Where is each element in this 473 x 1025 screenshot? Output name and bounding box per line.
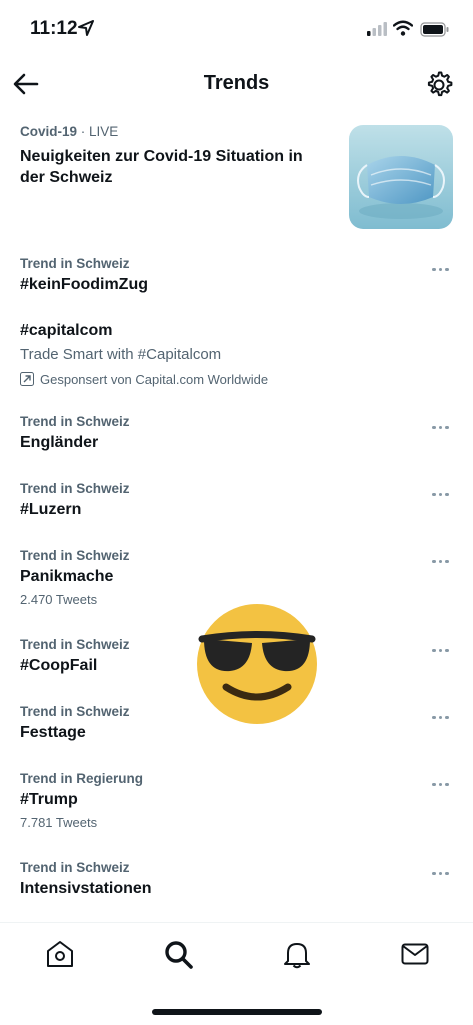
more-horizontal-icon[interactable] xyxy=(432,416,452,429)
trend-category: Trend in Schweiz xyxy=(20,481,130,496)
wifi-icon xyxy=(393,20,413,36)
cellular-signal-icon xyxy=(367,22,387,36)
trend-category: Trend in Schweiz xyxy=(20,637,130,652)
tab-bar xyxy=(0,922,473,1025)
bell-icon[interactable] xyxy=(282,939,312,969)
trend-name: #keinFoodimZug xyxy=(20,276,148,293)
trend-name: #Trump xyxy=(20,791,78,808)
trend-name: #Luzern xyxy=(20,501,82,518)
more-horizontal-icon[interactable] xyxy=(432,550,452,563)
trend-item[interactable]: Trend in Schweiz #Luzern xyxy=(0,481,473,531)
search-icon[interactable] xyxy=(163,939,193,969)
trend-category: Trend in Schweiz xyxy=(20,704,130,719)
live-label: LIVE xyxy=(89,124,119,139)
battery-icon xyxy=(420,22,449,37)
page-title: Trends xyxy=(203,72,270,94)
home-indicator[interactable] xyxy=(152,1009,322,1015)
trend-category: Trend in Regierung xyxy=(20,771,144,786)
trend-item[interactable]: Trend in Schweiz #keinFoodimZug xyxy=(0,256,473,306)
promoted-name: #capitalcom xyxy=(20,322,113,339)
trend-item[interactable]: Trend in Regierung #Trump 7.781 Tweets xyxy=(0,771,473,837)
trend-category: Trend in Schweiz xyxy=(20,414,130,429)
sunglasses-emoji-icon xyxy=(197,604,317,724)
trend-name: #CoopFail xyxy=(20,657,98,674)
gear-icon[interactable] xyxy=(424,70,454,100)
trend-name: Engländer xyxy=(20,434,99,451)
news-meta-separator: · xyxy=(77,124,90,139)
trend-category: Trend in Schweiz xyxy=(20,256,130,271)
trend-category: Trend in Schweiz xyxy=(20,548,130,563)
promoted-trend[interactable]: #capitalcom Trade Smart with #Capitalcom… xyxy=(0,322,473,392)
more-horizontal-icon[interactable] xyxy=(432,862,452,875)
promoted-sponsor-text: Gesponsert von Capital.com Worldwide xyxy=(40,372,269,387)
trend-category: Trend in Schweiz xyxy=(20,860,130,875)
page-header: Trends xyxy=(0,60,473,110)
more-horizontal-icon[interactable] xyxy=(432,773,452,786)
trend-name: Festtage xyxy=(20,724,86,741)
more-horizontal-icon[interactable] xyxy=(432,258,452,271)
location-icon xyxy=(78,20,94,36)
more-horizontal-icon[interactable] xyxy=(432,639,452,652)
status-time: 11:12 xyxy=(30,18,78,39)
news-topic: Covid-19 xyxy=(20,124,78,139)
trend-tweet-count: 7.781 Tweets xyxy=(20,815,98,830)
trend-item[interactable]: Trend in Schweiz Intensivstationen xyxy=(0,860,473,910)
news-thumbnail xyxy=(349,125,453,229)
status-bar: 11:12 xyxy=(0,0,473,60)
trend-name: Panikmache xyxy=(20,568,114,585)
home-icon[interactable] xyxy=(45,939,75,969)
news-card-covid[interactable]: Covid-19 · LIVE Neuigkeiten zur Covid-19… xyxy=(0,118,473,238)
trend-item[interactable]: Trend in Schweiz Engländer xyxy=(0,414,473,464)
more-horizontal-icon[interactable] xyxy=(432,483,452,496)
news-meta: Covid-19 · LIVE xyxy=(20,124,118,139)
promoted-text: Trade Smart with #Capitalcom xyxy=(20,346,222,363)
more-horizontal-icon[interactable] xyxy=(432,706,452,719)
trend-name: Intensivstationen xyxy=(20,880,152,897)
mail-icon[interactable] xyxy=(400,939,430,969)
promoted-sponsor: Gesponsert von Capital.com Worldwide xyxy=(20,372,268,387)
promoted-arrow-icon xyxy=(20,372,34,386)
news-headline: Neuigkeiten zur Covid-19 Situation in de… xyxy=(20,148,303,186)
trend-tweet-count: 2.470 Tweets xyxy=(20,592,98,607)
